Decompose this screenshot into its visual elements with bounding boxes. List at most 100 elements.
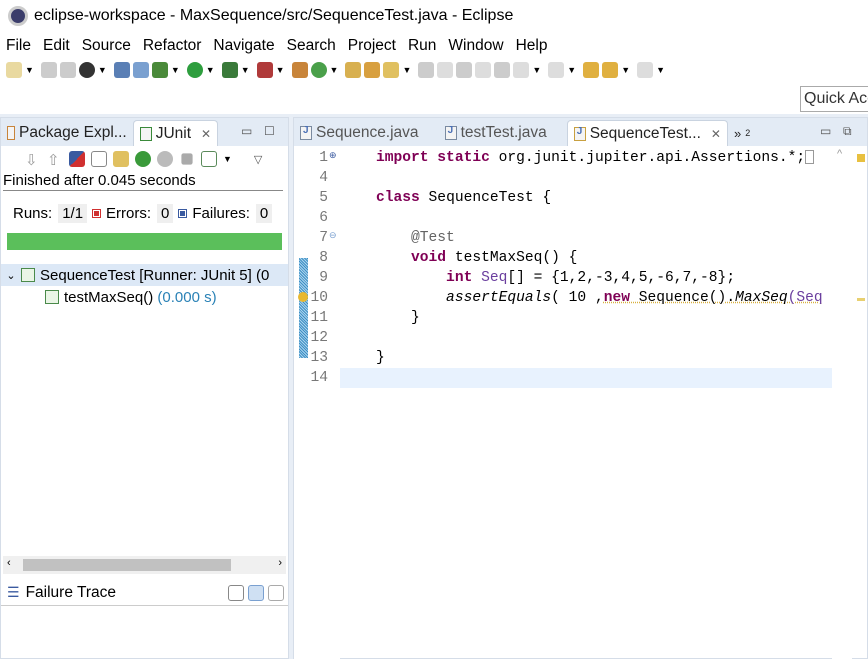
vertical-scrollbar[interactable]: ^ bbox=[832, 146, 852, 660]
next-annotation-icon[interactable] bbox=[513, 62, 530, 78]
rerun-failures-icon[interactable] bbox=[157, 151, 173, 167]
folded-imports-icon[interactable] bbox=[805, 150, 815, 165]
scrollbar-thumb[interactable] bbox=[23, 559, 231, 571]
new-icon[interactable] bbox=[6, 62, 22, 78]
back-icon[interactable] bbox=[602, 62, 619, 78]
quick-access-input[interactable]: Quick Access bbox=[800, 86, 868, 112]
dropdown-icon[interactable]: ▼ bbox=[532, 65, 541, 75]
dropdown-icon[interactable]: ▼ bbox=[276, 65, 285, 75]
close-icon[interactable]: ✕ bbox=[711, 127, 721, 141]
scroll-right-icon[interactable]: › bbox=[278, 557, 282, 569]
new-class-icon[interactable] bbox=[310, 62, 327, 78]
dropdown-icon[interactable]: ▼ bbox=[567, 65, 576, 75]
horizontal-scrollbar[interactable]: ‹ › bbox=[3, 556, 286, 574]
tab-label: SequenceTest... bbox=[589, 124, 701, 142]
menu-search[interactable]: Search bbox=[281, 37, 342, 55]
stop-icon[interactable] bbox=[181, 153, 193, 165]
dropdown-icon[interactable]: ▼ bbox=[656, 65, 665, 75]
external-tools-icon[interactable] bbox=[256, 62, 273, 78]
chevron-down-icon[interactable]: ⌄ bbox=[1, 269, 21, 282]
scroll-up-icon[interactable]: ^ bbox=[837, 148, 842, 160]
scroll-left-icon[interactable]: ‹ bbox=[7, 557, 11, 569]
tab-package-explorer[interactable]: Package Expl... bbox=[1, 120, 133, 146]
tab-testtest-java[interactable]: testTest.java bbox=[439, 120, 553, 146]
dropdown-icon[interactable]: ▼ bbox=[330, 65, 339, 75]
code-area[interactable]: import static org.junit.jupiter.api.Asse… bbox=[340, 146, 832, 660]
restore-icon[interactable]: ⧉ bbox=[843, 124, 852, 139]
coverage-icon[interactable] bbox=[221, 62, 238, 78]
previous-failure-icon[interactable]: ⇧ bbox=[47, 151, 63, 169]
menu-help[interactable]: Help bbox=[510, 37, 554, 55]
previous-annotation-icon[interactable] bbox=[548, 62, 565, 78]
run-icon[interactable] bbox=[186, 62, 203, 78]
maximize-icon[interactable]: ☐ bbox=[264, 124, 275, 138]
dropdown-icon[interactable]: ▼ bbox=[223, 154, 232, 164]
failure-icon bbox=[178, 209, 188, 218]
tab-sequence-java[interactable]: Sequence.java bbox=[294, 120, 425, 146]
menu-file[interactable]: File bbox=[0, 37, 37, 55]
tab-sequencetest-java[interactable]: SequenceTest... ✕ bbox=[566, 120, 728, 146]
block-selection-icon[interactable] bbox=[475, 62, 492, 78]
expand-icon[interactable]: ⊕ bbox=[329, 150, 337, 161]
tab-junit[interactable]: JUnit ✕ bbox=[132, 120, 219, 146]
copy-trace-icon[interactable] bbox=[268, 584, 284, 601]
view-menu-icon[interactable]: ▽ bbox=[254, 153, 262, 166]
toggle-mark-icon[interactable] bbox=[456, 62, 473, 78]
annotation-icon[interactable] bbox=[418, 62, 435, 78]
warning-overview-marker[interactable] bbox=[857, 298, 865, 301]
open-task-icon[interactable] bbox=[364, 62, 381, 78]
compare-icon[interactable] bbox=[228, 584, 244, 601]
dropdown-icon[interactable]: ▼ bbox=[171, 65, 180, 75]
open-type-icon[interactable] bbox=[345, 62, 362, 78]
dropdown-icon[interactable]: ▼ bbox=[402, 65, 411, 75]
menu-run[interactable]: Run bbox=[402, 37, 442, 55]
dropdown-icon[interactable]: ▼ bbox=[241, 65, 250, 75]
pen-icon[interactable] bbox=[437, 62, 454, 78]
dropdown-icon[interactable]: ▼ bbox=[98, 65, 107, 75]
filter-stack-icon[interactable] bbox=[248, 584, 264, 601]
show-whitespace-icon[interactable] bbox=[494, 62, 511, 78]
debug-icon[interactable] bbox=[151, 62, 168, 78]
collapse-icon[interactable]: ⊖ bbox=[329, 230, 337, 241]
menu-edit[interactable]: Edit bbox=[37, 37, 76, 55]
console-icon[interactable] bbox=[113, 62, 130, 78]
menu-project[interactable]: Project bbox=[342, 37, 402, 55]
skip-breakpoints-icon[interactable] bbox=[132, 62, 149, 78]
minimize-icon[interactable]: ▭ bbox=[241, 124, 252, 138]
menu-refactor[interactable]: Refactor bbox=[137, 37, 208, 55]
minimize-icon[interactable]: ▭ bbox=[820, 124, 831, 138]
menu-window[interactable]: Window bbox=[442, 37, 509, 55]
test-time: (0.000 s) bbox=[157, 288, 217, 306]
java-file-warning-icon bbox=[573, 126, 586, 141]
editor-tab-bar: Sequence.java testTest.java SequenceTest… bbox=[294, 118, 867, 146]
show-skipped-icon[interactable] bbox=[91, 151, 107, 167]
tree-item-suite[interactable]: ⌄ SequenceTest [Runner: JUnit 5] (0 bbox=[1, 264, 288, 286]
save-icon[interactable] bbox=[40, 62, 57, 78]
more-tabs-button[interactable]: » 2 bbox=[728, 120, 756, 146]
profile-icon[interactable] bbox=[78, 62, 95, 78]
line-number: 5 bbox=[319, 190, 328, 206]
code-line: assertEquals( 10 ,new Sequence().MaxSeq(… bbox=[376, 290, 823, 306]
dropdown-icon[interactable]: ▼ bbox=[25, 65, 34, 75]
search-icon[interactable] bbox=[383, 62, 400, 78]
tab-label: JUnit bbox=[155, 124, 192, 142]
show-failures-only-icon[interactable] bbox=[69, 151, 85, 167]
close-icon[interactable]: ✕ bbox=[201, 127, 211, 141]
tree-item-test[interactable]: testMaxSeq() (0.000 s) bbox=[1, 286, 288, 308]
new-java-package-icon[interactable] bbox=[291, 62, 308, 78]
menu-source[interactable]: Source bbox=[76, 37, 137, 55]
junit-icon bbox=[139, 126, 152, 141]
dropdown-icon[interactable]: ▼ bbox=[621, 65, 630, 75]
next-failure-icon[interactable]: ⇩ bbox=[25, 151, 41, 169]
failure-trace-header: ☰ Failure Trace bbox=[1, 580, 288, 606]
last-edit-icon[interactable] bbox=[583, 62, 600, 78]
menu-navigate[interactable]: Navigate bbox=[207, 37, 280, 55]
scroll-lock-icon[interactable] bbox=[113, 151, 129, 167]
forward-icon[interactable] bbox=[637, 62, 654, 78]
warning-overview-marker[interactable] bbox=[857, 154, 865, 162]
warning-lightbulb-icon[interactable] bbox=[298, 292, 308, 302]
rerun-icon[interactable] bbox=[135, 151, 151, 167]
save-all-icon[interactable] bbox=[59, 62, 76, 78]
dropdown-icon[interactable]: ▼ bbox=[206, 65, 215, 75]
history-icon[interactable] bbox=[201, 151, 217, 167]
